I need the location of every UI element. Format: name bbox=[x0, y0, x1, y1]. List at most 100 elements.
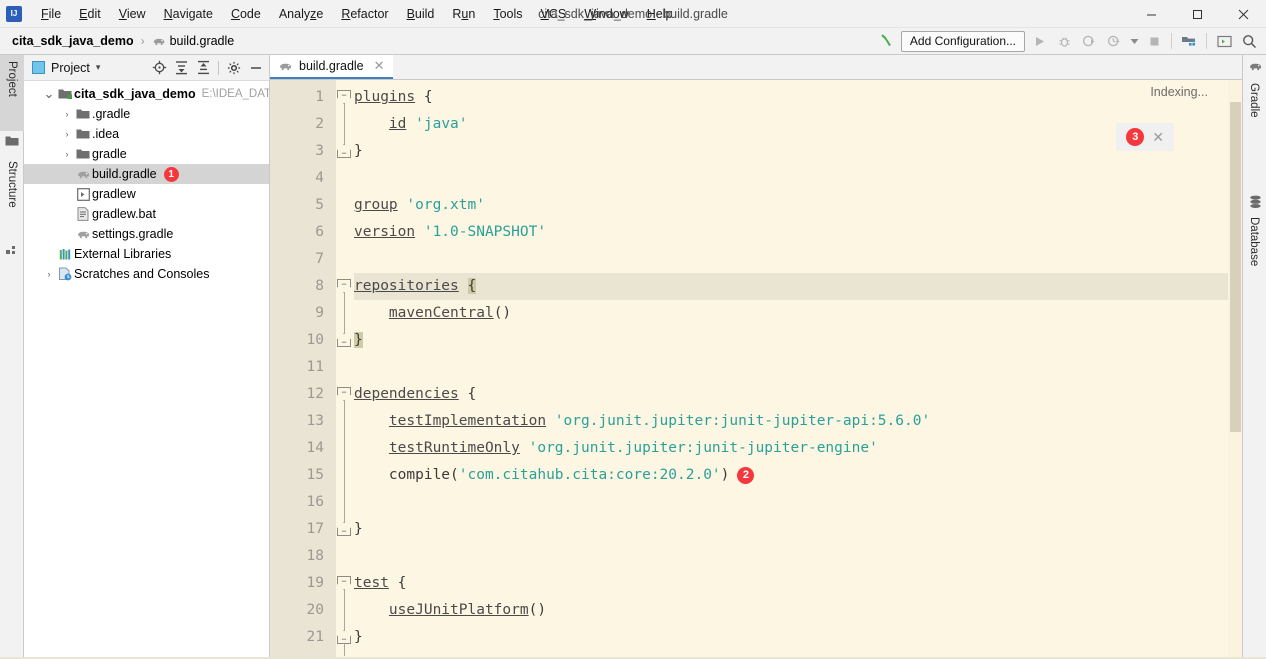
terminal-icon[interactable] bbox=[1213, 30, 1235, 52]
folder-icon bbox=[74, 108, 92, 120]
code-folding-gutter[interactable]: − − − − − − − − bbox=[336, 80, 354, 659]
chevron-down-icon[interactable]: ▾ bbox=[96, 62, 101, 73]
minimize-button[interactable] bbox=[1128, 0, 1174, 28]
project-panel-title-group[interactable]: Project ▾ bbox=[32, 61, 100, 75]
menu-item-help[interactable]: Help bbox=[638, 3, 682, 25]
collapse-all-icon[interactable] bbox=[194, 59, 212, 77]
dropdown-arrow-icon[interactable] bbox=[1128, 30, 1140, 52]
menu-item-code[interactable]: Code bbox=[222, 3, 270, 25]
locate-icon[interactable] bbox=[150, 59, 168, 77]
tree-item-cita-sdk-java-demo[interactable]: ⌄ cita_sdk_java_demo E:\IDEA_DATA\ bbox=[24, 84, 269, 104]
menu-bar: File Edit View Navigate Code Analyze Refactor B… bbox=[32, 3, 681, 25]
hide-panel-icon[interactable] bbox=[247, 59, 265, 77]
menu-item-file[interactable]: File bbox=[32, 3, 70, 25]
code-token-brace: { bbox=[467, 278, 477, 294]
tree-item-gradle[interactable]: › gradle bbox=[24, 144, 269, 164]
run-with-coverage-icon[interactable] bbox=[1078, 30, 1100, 52]
menu-item-build[interactable]: Build bbox=[398, 3, 444, 25]
fold-end-icon[interactable]: − bbox=[337, 522, 351, 536]
breadcrumb-item-file[interactable]: build.gradle bbox=[148, 32, 239, 50]
tree-item-external-libraries[interactable]: External Libraries bbox=[24, 244, 269, 264]
stop-icon[interactable] bbox=[1143, 30, 1165, 52]
inline-error-badge: 2 bbox=[737, 466, 755, 484]
search-everywhere-icon[interactable] bbox=[1238, 30, 1260, 52]
editor-area: build.gradle ✕ 1 2 3 4 5 6 7 8 9 10 11 12 13 14 15 16 17… bbox=[270, 55, 1242, 659]
expand-all-icon[interactable] bbox=[172, 59, 190, 77]
maximize-button[interactable] bbox=[1174, 0, 1220, 28]
tree-item-settings-gradle[interactable]: settings.gradle bbox=[24, 224, 269, 244]
menu-item-edit[interactable]: Edit bbox=[70, 3, 110, 25]
code-line: compile('com.citahub.cita:core:20.2.0') 2 bbox=[354, 462, 1242, 489]
breadcrumb-item-project[interactable]: cita_sdk_java_demo bbox=[8, 32, 138, 50]
breadcrumb-label: cita_sdk_java_demo bbox=[12, 34, 134, 48]
fold-end-icon[interactable]: − bbox=[337, 333, 351, 347]
notification-count-badge: 3 bbox=[1126, 128, 1145, 146]
editor-tab-build-gradle[interactable]: build.gradle ✕ bbox=[270, 55, 393, 79]
code-token-plain: () bbox=[528, 602, 547, 618]
menu-item-window[interactable]: Window bbox=[575, 3, 637, 25]
line-number: 5 bbox=[315, 197, 324, 213]
menu-item-navigate[interactable]: Navigate bbox=[155, 3, 222, 25]
code-token-kw: plugins bbox=[354, 89, 416, 105]
close-button[interactable] bbox=[1220, 0, 1266, 28]
tree-item-scratches-and-consoles[interactable]: › Scratches and Consoles bbox=[24, 264, 269, 284]
build-hammer-icon[interactable] bbox=[876, 30, 898, 52]
tree-item--idea[interactable]: › .idea bbox=[24, 124, 269, 144]
code-content[interactable]: plugins { id 'java'} group 'org.xtm' versi… bbox=[354, 80, 1242, 659]
tree-item-gradlew-bat[interactable]: gradlew.bat bbox=[24, 204, 269, 224]
menu-item-run[interactable]: Run bbox=[443, 3, 484, 25]
fold-collapse-icon[interactable]: − bbox=[337, 576, 351, 590]
menu-mnemonic: V bbox=[118, 6, 127, 21]
scrollbar-thumb[interactable] bbox=[1230, 102, 1241, 432]
fold-collapse-icon[interactable]: − bbox=[337, 387, 351, 401]
menu-mnemonic: F bbox=[41, 6, 49, 21]
sidebar-tab-database[interactable]: Database bbox=[1242, 211, 1266, 295]
script-icon bbox=[74, 187, 92, 201]
fold-guide-line bbox=[344, 395, 345, 530]
tree-item-label: cita_sdk_java_demo bbox=[74, 87, 196, 101]
tree-item-build-gradle[interactable]: build.gradle 1 bbox=[24, 164, 269, 184]
fold-collapse-icon[interactable]: − bbox=[337, 90, 351, 104]
code-token-kw: version bbox=[354, 224, 416, 240]
chevron-toggle-icon[interactable]: › bbox=[60, 109, 74, 119]
fold-end-icon[interactable]: − bbox=[337, 144, 351, 158]
code-line: repositories { bbox=[354, 273, 1242, 300]
tree-item--gradle[interactable]: › .gradle bbox=[24, 104, 269, 124]
close-icon[interactable]: ✕ bbox=[1152, 129, 1164, 146]
menu-item-tools[interactable]: Tools bbox=[484, 3, 531, 25]
menu-item-view[interactable]: View bbox=[110, 3, 155, 25]
code-token-plain: compile( bbox=[354, 467, 459, 483]
code-editor[interactable]: 1 2 3 4 5 6 7 8 9 10 11 12 13 14 15 16 17 18 19 20 21 − − − − − −… bbox=[270, 80, 1242, 659]
menu-item-vcs[interactable]: VCS bbox=[532, 3, 576, 25]
debug-icon[interactable] bbox=[1053, 30, 1075, 52]
add-configuration-button[interactable]: Add Configuration... bbox=[900, 30, 1025, 52]
close-icon[interactable]: ✕ bbox=[374, 58, 385, 74]
project-structure-icon[interactable] bbox=[1178, 30, 1200, 52]
sidebar-tab-gradle[interactable]: Gradle bbox=[1242, 77, 1266, 141]
chevron-toggle-icon[interactable]: › bbox=[60, 129, 74, 139]
fold-end-icon[interactable]: − bbox=[337, 630, 351, 644]
menu-item-refactor[interactable]: Refactor bbox=[332, 3, 397, 25]
breadcrumb: cita_sdk_java_demo › build.gradle bbox=[0, 32, 238, 50]
sidebar-tab-project[interactable]: Project bbox=[0, 55, 24, 131]
profile-icon[interactable] bbox=[1103, 30, 1125, 52]
line-number: 9 bbox=[315, 305, 324, 321]
run-icon[interactable] bbox=[1028, 30, 1050, 52]
project-tree: ⌄ cita_sdk_java_demo E:\IDEA_DATA\ › .gradle… bbox=[24, 81, 269, 284]
menu-item-analyze[interactable]: Analyze bbox=[270, 3, 332, 25]
editor-tab-strip: build.gradle ✕ bbox=[270, 55, 1242, 80]
chevron-toggle-icon[interactable]: › bbox=[60, 149, 74, 159]
fold-collapse-icon[interactable]: − bbox=[337, 279, 351, 293]
chevron-toggle-icon[interactable]: › bbox=[42, 269, 56, 279]
sidebar-tab-structure[interactable]: Structure bbox=[0, 155, 24, 241]
tree-item-gradlew[interactable]: gradlew bbox=[24, 184, 269, 204]
chevron-toggle-icon[interactable]: ⌄ bbox=[42, 87, 56, 100]
editor-scrollbar[interactable] bbox=[1228, 80, 1242, 659]
intellij-idea-logo-icon bbox=[6, 5, 22, 22]
settings-gear-icon[interactable] bbox=[225, 59, 243, 77]
gradle-elephant-icon bbox=[74, 229, 92, 240]
notification-popup[interactable]: 3 ✕ bbox=[1116, 123, 1174, 151]
